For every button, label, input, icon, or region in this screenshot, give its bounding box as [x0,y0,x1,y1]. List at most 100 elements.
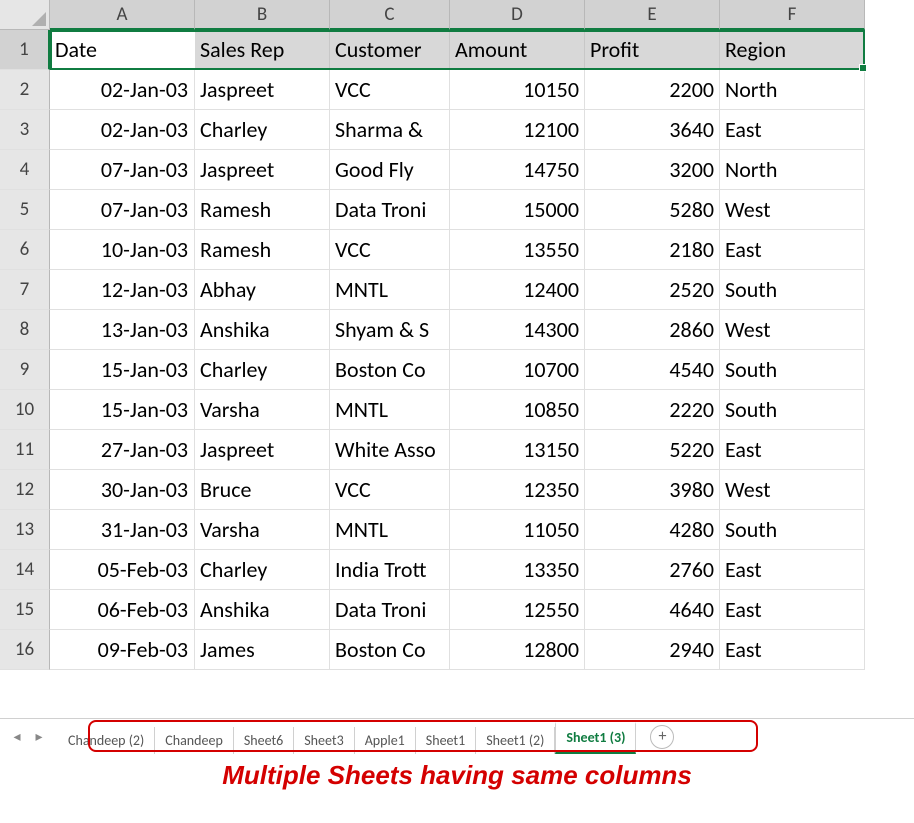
table-cell[interactable]: MNTL [330,270,450,310]
table-cell[interactable]: VCC [330,230,450,270]
table-cell[interactable]: 10700 [450,350,585,390]
table-cell[interactable]: East [720,110,865,150]
spreadsheet-grid[interactable]: A B C D E F 1 Date Sales Rep Customer Am… [0,0,914,670]
table-cell[interactable]: 2220 [585,390,720,430]
table-cell[interactable]: 3200 [585,150,720,190]
table-cell[interactable]: Ramesh [195,190,330,230]
table-cell[interactable]: MNTL [330,510,450,550]
table-cell[interactable]: 3640 [585,110,720,150]
table-cell[interactable]: 15-Jan-03 [50,390,195,430]
cell-F1[interactable]: Region [720,30,865,70]
table-cell[interactable]: 10150 [450,70,585,110]
table-cell[interactable]: Varsha [195,390,330,430]
table-cell[interactable]: East [720,430,865,470]
row-head-15[interactable]: 15 [0,590,50,630]
table-cell[interactable]: 13-Jan-03 [50,310,195,350]
row-head-13[interactable]: 13 [0,510,50,550]
table-cell[interactable]: 13350 [450,550,585,590]
table-cell[interactable]: Boston Co [330,630,450,670]
select-all-corner[interactable] [0,0,50,30]
table-cell[interactable]: 12550 [450,590,585,630]
table-cell[interactable]: 2940 [585,630,720,670]
table-cell[interactable]: 10-Jan-03 [50,230,195,270]
cell-B1[interactable]: Sales Rep [195,30,330,70]
table-cell[interactable]: 13550 [450,230,585,270]
row-head-9[interactable]: 9 [0,350,50,390]
col-head-a[interactable]: A [50,0,195,30]
table-cell[interactable]: East [720,590,865,630]
table-cell[interactable]: 06-Feb-03 [50,590,195,630]
sheet-tab[interactable]: Sheet1 [416,727,476,754]
table-cell[interactable]: 4640 [585,590,720,630]
col-head-d[interactable]: D [450,0,585,30]
table-cell[interactable]: 4280 [585,510,720,550]
table-cell[interactable]: MNTL [330,390,450,430]
table-cell[interactable]: Jaspreet [195,150,330,190]
table-cell[interactable]: 5280 [585,190,720,230]
table-cell[interactable]: Charley [195,110,330,150]
table-cell[interactable]: Charley [195,350,330,390]
table-cell[interactable]: Abhay [195,270,330,310]
table-cell[interactable]: West [720,470,865,510]
row-head-1[interactable]: 1 [0,30,50,70]
table-cell[interactable]: South [720,350,865,390]
table-cell[interactable]: VCC [330,470,450,510]
table-cell[interactable]: 31-Jan-03 [50,510,195,550]
table-cell[interactable]: 2520 [585,270,720,310]
table-cell[interactable]: 27-Jan-03 [50,430,195,470]
col-head-b[interactable]: B [195,0,330,30]
table-cell[interactable]: Data Troni [330,190,450,230]
table-cell[interactable]: North [720,150,865,190]
table-cell[interactable]: South [720,390,865,430]
table-cell[interactable]: South [720,270,865,310]
table-cell[interactable]: Bruce [195,470,330,510]
table-cell[interactable]: 09-Feb-03 [50,630,195,670]
row-head-7[interactable]: 7 [0,270,50,310]
table-cell[interactable]: 2760 [585,550,720,590]
table-cell[interactable]: South [720,510,865,550]
table-cell[interactable]: 2180 [585,230,720,270]
table-cell[interactable]: 07-Jan-03 [50,150,195,190]
row-head-5[interactable]: 5 [0,190,50,230]
table-cell[interactable]: 14750 [450,150,585,190]
sheet-tab[interactable]: Sheet3 [294,727,354,754]
table-cell[interactable]: 12800 [450,630,585,670]
table-cell[interactable]: 05-Feb-03 [50,550,195,590]
table-cell[interactable]: 10850 [450,390,585,430]
table-cell[interactable]: Anshika [195,590,330,630]
table-cell[interactable]: 14300 [450,310,585,350]
table-cell[interactable]: East [720,230,865,270]
table-cell[interactable]: Varsha [195,510,330,550]
table-cell[interactable]: East [720,550,865,590]
row-head-6[interactable]: 6 [0,230,50,270]
add-sheet-button[interactable]: + [650,725,674,749]
table-cell[interactable]: North [720,70,865,110]
tab-prev-icon[interactable]: ◂ [8,728,26,746]
sheet-tab[interactable]: Chandeep [155,727,234,754]
row-head-11[interactable]: 11 [0,430,50,470]
table-cell[interactable]: 4540 [585,350,720,390]
table-cell[interactable]: 15-Jan-03 [50,350,195,390]
sheet-tab[interactable]: Chandeep (2) [58,727,155,754]
cell-C1[interactable]: Customer [330,30,450,70]
table-cell[interactable]: Ramesh [195,230,330,270]
sheet-tab[interactable]: Sheet6 [234,727,294,754]
row-head-8[interactable]: 8 [0,310,50,350]
table-cell[interactable]: Jaspreet [195,430,330,470]
cell-A1[interactable]: Date [50,30,195,70]
table-cell[interactable]: 07-Jan-03 [50,190,195,230]
table-cell[interactable]: 3980 [585,470,720,510]
table-cell[interactable]: Good Fly [330,150,450,190]
col-head-c[interactable]: C [330,0,450,30]
table-cell[interactable]: West [720,310,865,350]
table-cell[interactable]: White Asso [330,430,450,470]
row-head-2[interactable]: 2 [0,70,50,110]
row-head-12[interactable]: 12 [0,470,50,510]
table-cell[interactable]: 02-Jan-03 [50,70,195,110]
tab-next-icon[interactable]: ▸ [30,728,48,746]
table-cell[interactable]: India Trott [330,550,450,590]
table-cell[interactable]: 12400 [450,270,585,310]
table-cell[interactable]: West [720,190,865,230]
table-cell[interactable]: 12100 [450,110,585,150]
sheet-tab[interactable]: Sheet1 (3) [555,722,636,754]
